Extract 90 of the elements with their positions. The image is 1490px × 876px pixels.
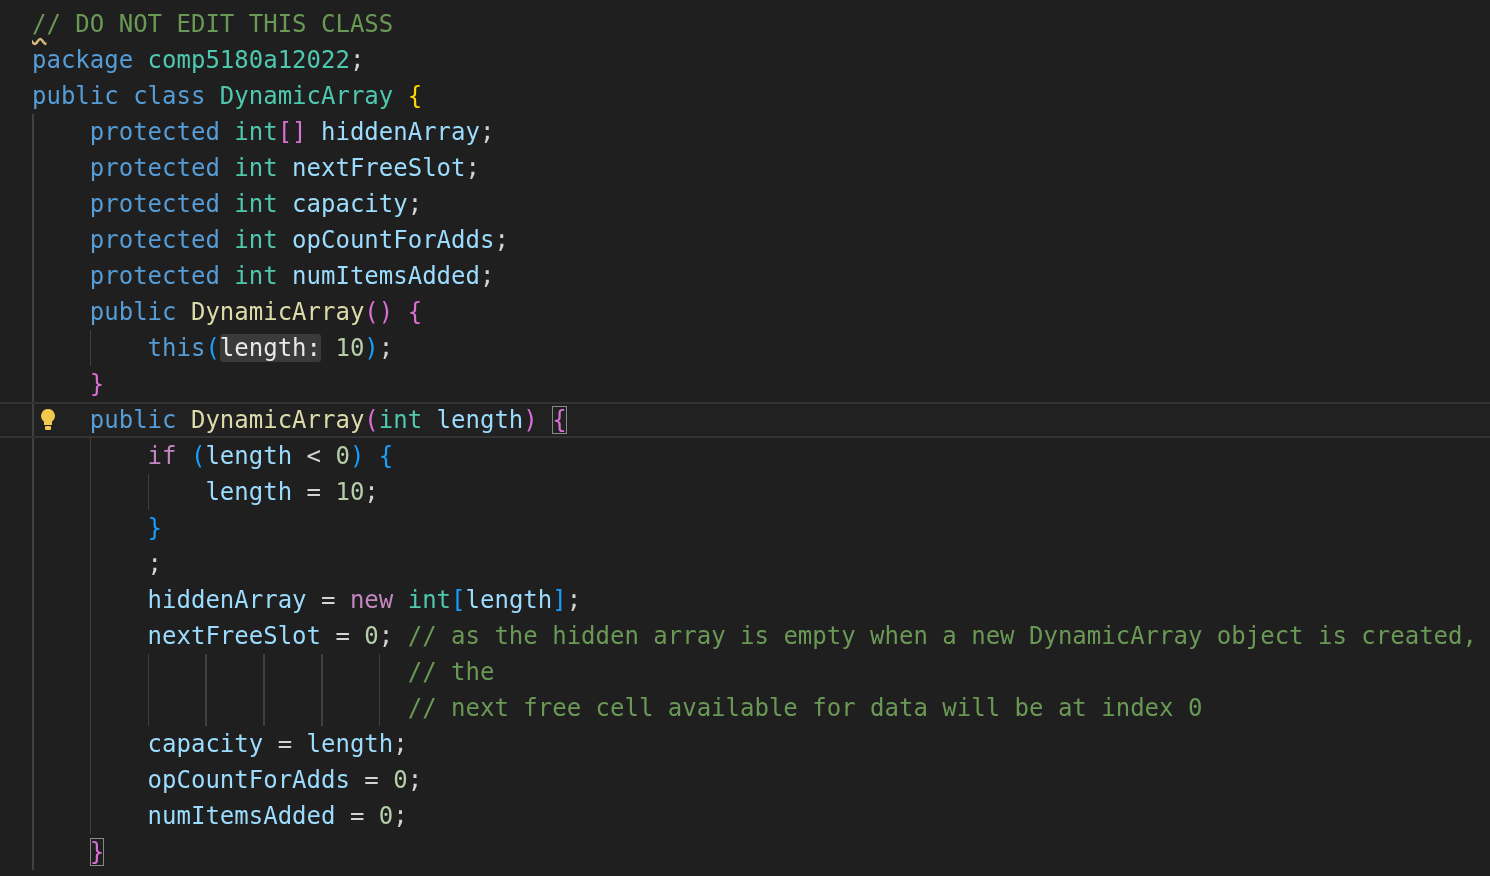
punctuation: = (349, 802, 365, 830)
punctuation: = (277, 730, 293, 758)
bracket: ) (523, 406, 538, 434)
identifier: length (436, 406, 524, 434)
comment: / DO NOT EDIT THIS CLASS (46, 10, 394, 38)
comment: // the (407, 658, 495, 686)
identifier: length (205, 478, 293, 506)
identifier: length (306, 730, 394, 758)
type-name: int (407, 586, 452, 614)
punctuation: ; (378, 622, 394, 650)
bracket: ( (364, 406, 379, 434)
punctuation: ; (393, 730, 408, 758)
keyword: public (89, 298, 177, 326)
punctuation: = (321, 586, 336, 614)
number: 0 (364, 622, 379, 650)
punctuation: ; (378, 334, 394, 362)
keyword: protected (89, 262, 220, 290)
identifier: numItemsAdded (147, 802, 336, 830)
punctuation: ; (147, 550, 163, 578)
keyword: if (147, 442, 177, 470)
punctuation: ; (465, 154, 480, 182)
identifier: nextFreeSlot (292, 154, 466, 182)
identifier: opCountForAdds (292, 226, 495, 254)
bracket: } (89, 370, 105, 398)
type-name: comp5180a12022 (147, 46, 350, 74)
identifier: length (465, 586, 553, 614)
bracket: { (407, 298, 423, 326)
bracket: } (147, 514, 163, 542)
bracket: [] (277, 118, 307, 146)
keyword: public (89, 406, 177, 434)
punctuation: = (364, 766, 379, 794)
identifier: capacity (292, 190, 408, 218)
bracket: ( (205, 334, 220, 362)
punctuation: ; (393, 802, 408, 830)
identifier: nextFreeSlot (147, 622, 321, 650)
number: 0 (378, 802, 394, 830)
punctuation: ; (407, 190, 423, 218)
keyword: class (133, 82, 206, 110)
keyword: new (349, 586, 394, 614)
identifier: hiddenArray (321, 118, 480, 146)
punctuation: ; (364, 478, 379, 506)
punctuation: = (335, 622, 350, 650)
type-name: int (234, 118, 278, 146)
bracket: { (552, 406, 567, 434)
lightbulb-icon[interactable] (40, 408, 56, 432)
bracket: ) (364, 334, 379, 362)
identifier: hiddenArray (147, 586, 307, 614)
keyword: protected (89, 190, 220, 218)
number: 10 (335, 478, 365, 506)
bracket: } (89, 838, 105, 866)
bracket: [ (451, 586, 466, 614)
keyword: public (32, 82, 119, 110)
keyword: protected (89, 226, 220, 254)
type-name: DynamicArray (219, 82, 394, 110)
identifier: length (205, 442, 293, 470)
punctuation: ; (566, 586, 582, 614)
inlay-hint: length: (219, 334, 321, 362)
type-name: int (234, 226, 278, 254)
function-name: DynamicArray (190, 298, 365, 326)
number: 10 (335, 334, 365, 362)
comment: // next free cell available for data will be at index 0 (407, 694, 1203, 722)
punctuation: ; (479, 262, 495, 290)
keyword: protected (89, 118, 220, 146)
bracket: { (378, 442, 394, 470)
type-name: int (234, 190, 278, 218)
bracket: ( (190, 442, 206, 470)
bracket: () (364, 298, 394, 326)
punctuation: ; (407, 766, 423, 794)
punctuation: ; (494, 226, 509, 254)
comment: // as the hidden array is empty when a new DynamicArray object is created, (407, 622, 1477, 650)
function-name: DynamicArray (190, 406, 365, 434)
comment: / (32, 10, 47, 38)
keyword: this (147, 334, 206, 362)
punctuation: ; (349, 46, 365, 74)
keyword: protected (89, 154, 220, 182)
identifier: capacity (147, 730, 264, 758)
bracket: { (407, 82, 423, 110)
bracket: ] (552, 586, 567, 614)
number: 0 (335, 442, 350, 470)
number: 0 (393, 766, 408, 794)
identifier: numItemsAdded (292, 262, 480, 290)
type-name: int (378, 406, 423, 434)
identifier: opCountForAdds (147, 766, 350, 794)
type-name: int (234, 262, 278, 290)
punctuation: < (306, 442, 321, 470)
punctuation: = (306, 478, 321, 506)
keyword: package (32, 46, 134, 74)
bracket: ) (349, 442, 365, 470)
type-name: int (234, 154, 278, 182)
punctuation: ; (479, 118, 495, 146)
